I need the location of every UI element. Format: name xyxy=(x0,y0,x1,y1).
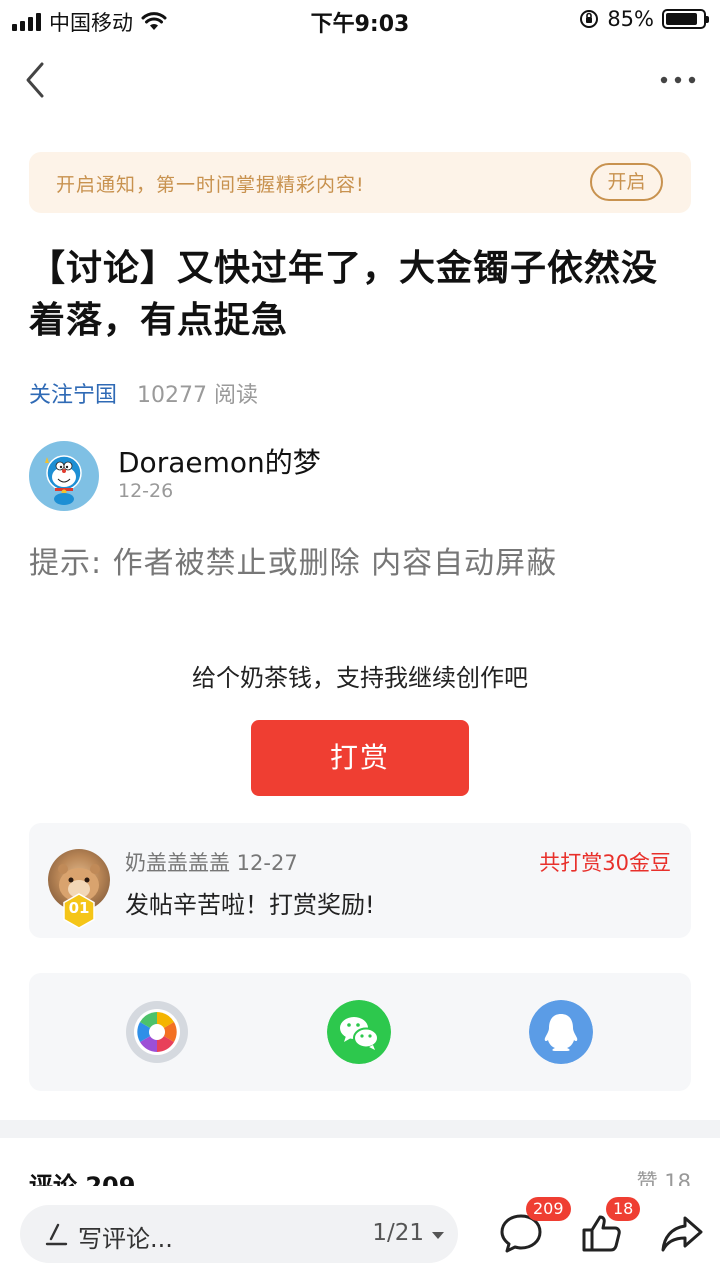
comment-placeholder: 写评论... xyxy=(78,1225,173,1253)
like-count-badge: 18 xyxy=(606,1197,641,1221)
page-indicator[interactable]: 1/21 xyxy=(372,1220,424,1246)
bottom-bar: 写评论... 1/21 209 18 xyxy=(0,1187,720,1280)
battery-percent: 85% xyxy=(607,7,654,31)
post-meta: 关注宁国 10277 阅读 xyxy=(29,377,258,409)
more-options-icon[interactable] xyxy=(656,62,700,98)
back-arrow-icon[interactable] xyxy=(18,58,58,102)
reward-message: 发帖辛苦啦！打赏奖励! xyxy=(125,891,375,919)
battery-icon xyxy=(662,9,709,29)
pen-icon xyxy=(45,1223,68,1246)
doraemon-avatar-icon xyxy=(45,455,82,505)
post-title: 【讨论】又快过年了，大金镯子依然没着落，有点捉急 xyxy=(29,248,659,341)
notification-banner: 开启通知，第一时间掌握精彩内容! 开启 xyxy=(29,152,691,213)
reward-prompt: 给个奶茶钱，支持我继续创作吧 xyxy=(192,664,528,692)
comments-title: 评论 209 xyxy=(29,1172,136,1186)
reward-button[interactable]: 打赏 xyxy=(251,720,469,796)
moments-icon[interactable] xyxy=(125,1000,189,1064)
comment-count-badge: 209 xyxy=(526,1197,571,1221)
status-bar: 中国移动 下午9:03 85% xyxy=(0,0,720,40)
likes-count: 赞 18 xyxy=(636,1170,691,1186)
reward-record: 01 奶盖盖盖盖 12-27 发帖辛苦啦！打赏奖励! 共打赏30金豆 xyxy=(29,823,691,938)
author-avatar[interactable] xyxy=(29,441,99,511)
status-right: 85% xyxy=(579,7,709,31)
rank-number: 01 xyxy=(68,899,90,917)
enable-notification-button[interactable]: 开启 xyxy=(590,163,663,201)
comment-input[interactable]: 写评论... 1/21 xyxy=(20,1205,458,1263)
rewarder-name-date: 奶盖盖盖盖 12-27 xyxy=(125,851,298,875)
read-count: 10277 阅读 xyxy=(137,383,258,408)
section-divider xyxy=(0,1120,720,1138)
notification-text: 开启通知，第一时间掌握精彩内容! xyxy=(56,174,365,196)
blocked-content-hint: 提示: 作者被禁止或删除 内容自动屏蔽 xyxy=(29,546,558,581)
follow-link[interactable]: 关注宁国 xyxy=(29,377,117,409)
orientation-lock-icon xyxy=(580,10,599,28)
post-date: 12-26 xyxy=(118,480,174,502)
reward-total[interactable]: 共打赏30金豆 xyxy=(539,847,671,877)
battery-fill xyxy=(666,13,697,25)
caret-down-icon[interactable] xyxy=(432,1232,444,1239)
wechat-icon[interactable] xyxy=(327,1000,391,1064)
share-icon[interactable] xyxy=(658,1209,706,1257)
share-panel xyxy=(29,973,691,1091)
qq-icon[interactable] xyxy=(529,1000,593,1064)
author-name[interactable]: Doraemon的梦 xyxy=(118,441,321,481)
